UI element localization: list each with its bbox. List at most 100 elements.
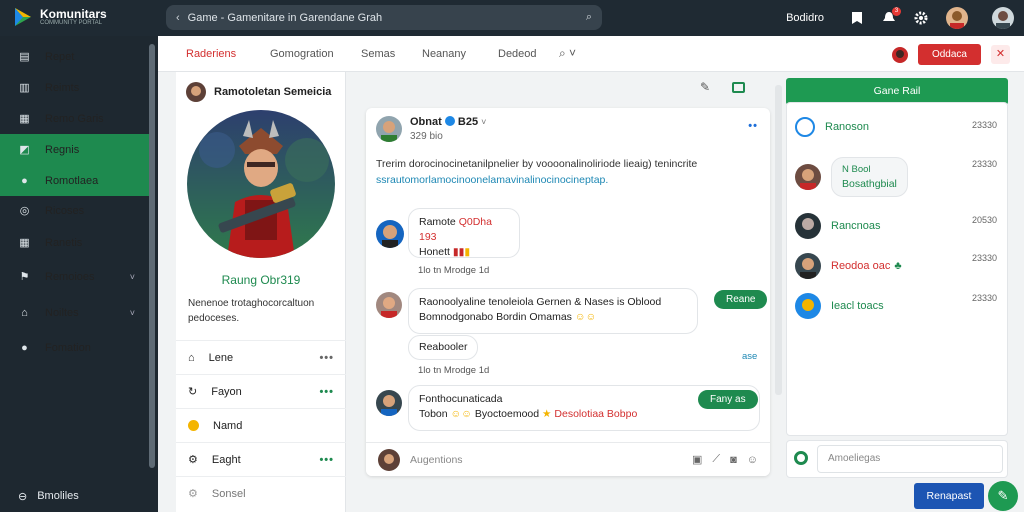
sidebar-item[interactable]: ● Fomation: [0, 332, 149, 363]
profile-row-fayon[interactable]: ↻ Fayon •••: [176, 374, 346, 408]
sidebar-item[interactable]: ▦ Ranetis: [0, 227, 149, 258]
emoji-icon[interactable]: ☺: [747, 454, 758, 466]
tab-semas[interactable]: Semas: [361, 48, 395, 60]
back-icon[interactable]: ‹: [176, 12, 180, 24]
activity-icon: [795, 117, 815, 137]
sidebar-scrollbar[interactable]: [149, 44, 155, 468]
verified-icon: [444, 116, 455, 126]
activity-name: Ranoson: [825, 121, 870, 133]
profile-row-sonsel[interactable]: ⚙ Sonsel: [176, 476, 346, 510]
more-icon[interactable]: •••: [319, 454, 334, 466]
nav-avatar[interactable]: [891, 46, 908, 63]
emoji-icon: ☺☺: [450, 408, 472, 420]
bell-icon: ⌂: [21, 306, 28, 319]
search-input[interactable]: Game - Gamenitare in Garendane Grah: [188, 12, 382, 24]
chevron-down-icon[interactable]: ˅: [130, 308, 135, 318]
comment-avatar[interactable]: [376, 220, 404, 248]
attach-icon[interactable]: ⟋: [712, 453, 720, 466]
app-tagline: COMMUNITY PORTAL: [40, 19, 103, 26]
profile-panel: Ramotoletan Semeicia Raung Obr319 Neneno…: [176, 72, 346, 512]
logo-icon: [15, 8, 31, 26]
more-icon[interactable]: •••: [319, 386, 334, 398]
tab-dedeod[interactable]: Dedeod: [498, 48, 537, 60]
user-avatar[interactable]: [946, 7, 968, 29]
right-primary-button[interactable]: Gane Rail: [786, 78, 1008, 105]
feed-card: Obnat B25 ˅ 329 bio •• Trerim dorocinoci…: [366, 108, 770, 476]
comment-avatar[interactable]: [376, 390, 402, 416]
chevron-down-icon[interactable]: ˅: [481, 117, 486, 127]
activity-time: 20530: [971, 215, 997, 225]
feed-scrollbar[interactable]: [775, 85, 782, 395]
activity-avatar: [795, 213, 821, 239]
sidebar-item[interactable]: ▤ Repet: [0, 41, 149, 72]
sidebar-item-label: Remoioes: [45, 270, 95, 283]
post-body: Trerim dorocinocinetanilpnelier by voooo…: [376, 156, 760, 188]
activity-sub: Bosathgbial: [842, 178, 897, 190]
profile-row-namd[interactable]: Namd: [176, 408, 346, 442]
profile-small-avatar[interactable]: [186, 82, 206, 102]
tab-gomogration[interactable]: Gomogration: [270, 48, 334, 60]
activity-name: Ieacl toacs: [831, 300, 884, 312]
post-avatar[interactable]: [376, 116, 402, 142]
sidebar-item-label: Romotlaea: [45, 174, 99, 187]
comment-author[interactable]: Ramote: [419, 216, 456, 228]
thumb-icon: ▮: [464, 246, 471, 258]
comment-badge: ase: [742, 351, 758, 362]
sidebar-item[interactable]: ▥ Reimts: [0, 72, 149, 103]
app-logo[interactable]: Komunitars COMMUNITY PORTAL: [12, 6, 107, 28]
image-icon[interactable]: ▣: [692, 453, 702, 466]
gear-icon[interactable]: [914, 11, 928, 25]
activity-name: Reodoa oac: [831, 260, 891, 272]
sidebar-item[interactable]: ◩ Regnis: [0, 134, 149, 165]
activity-time: 23330: [971, 120, 997, 130]
comment-author[interactable]: Raonoolyaline tenoleiola Gernen & Nases …: [419, 295, 687, 310]
compose-fab[interactable]: ✎: [988, 481, 1018, 511]
sidebar-item-label: Ricoses: [45, 204, 85, 217]
close-icon[interactable]: ✕: [991, 45, 1010, 64]
sidebar-item-label: Regnis: [45, 143, 80, 156]
post-more-icon[interactable]: ••: [748, 120, 758, 132]
sidebar-item[interactable]: ◎ Ricoses: [0, 195, 149, 226]
profile-title: Ramotoletan Semeicia: [214, 86, 332, 98]
file-icon: ▤: [19, 51, 30, 63]
sidebar-item-label: Fomation: [45, 341, 91, 354]
edit-icon[interactable]: ✎: [700, 80, 710, 94]
activity-name: N Bool: [842, 164, 871, 175]
tab-raderiens[interactable]: Raderiens: [186, 48, 236, 60]
sidebar-item[interactable]: ● Romotlaea: [0, 165, 149, 196]
reply-bubble[interactable]: Reabooler: [408, 335, 479, 360]
search-bar[interactable]: ‹ Game - Gamenitare in Garendane Grah ⌕: [166, 5, 602, 30]
activity-time: 23330: [971, 253, 997, 263]
tab-neanany[interactable]: Neanany: [422, 48, 466, 60]
notification-icon[interactable]: 3: [882, 7, 901, 25]
profile-row-lene[interactable]: ⌂ Lene •••: [176, 340, 346, 374]
activity-panel: Ranoson 23330 N Bool Bosathgbial 23330 R…: [786, 102, 1008, 436]
comment-chip-button[interactable]: Reane: [714, 290, 768, 309]
topbar-label[interactable]: Bodidro: [786, 12, 824, 24]
post-link[interactable]: ssrautomorlamocinoonelamavinalinocinocin…: [376, 172, 760, 188]
more-icon[interactable]: •••: [319, 352, 334, 364]
camera-icon[interactable]: ◙: [730, 454, 737, 466]
nav-bar: Raderiens Gomogration Semas Neanany Dede…: [158, 36, 1024, 72]
chevron-down-icon[interactable]: ˅: [130, 272, 135, 282]
post-author[interactable]: Obnat: [410, 116, 442, 128]
profile-menu: ⌂ Lene ••• ↻ Fayon ••• Namd ⚙ Eaght ••• ⚙ Sonse…: [176, 340, 346, 510]
share-icon[interactable]: [732, 82, 746, 93]
nav-search-icon[interactable]: ⌕ ˅: [559, 46, 576, 61]
sidebar-item[interactable]: ⚑ Remoioes ˅: [0, 261, 149, 292]
comment-input[interactable]: Augentions: [410, 454, 682, 466]
search-icon[interactable]: ⌕: [586, 11, 592, 24]
profile-row-eaght[interactable]: ⚙ Eaght •••: [176, 442, 346, 476]
sidebar-item-label: Noiltes: [45, 306, 79, 319]
secondary-avatar[interactable]: [992, 7, 1014, 29]
sidebar-item[interactable]: ▦ Remo Garis: [0, 103, 149, 134]
sidebar-footer[interactable]: ⊖ Bmoliles: [0, 483, 149, 509]
bookmark-icon[interactable]: [850, 11, 864, 25]
comment-avatar[interactable]: [376, 292, 402, 318]
activity-bubble: N Bool Bosathgbial: [831, 157, 908, 197]
sidebar-item[interactable]: ⌂ Noiltes ˅: [0, 297, 149, 328]
send-button[interactable]: Renapast: [914, 483, 984, 509]
nav-action-button[interactable]: Oddaca: [917, 44, 981, 65]
comment-chip-button[interactable]: Fany as: [698, 390, 758, 409]
message-input[interactable]: Amoeliegas: [817, 445, 1003, 473]
